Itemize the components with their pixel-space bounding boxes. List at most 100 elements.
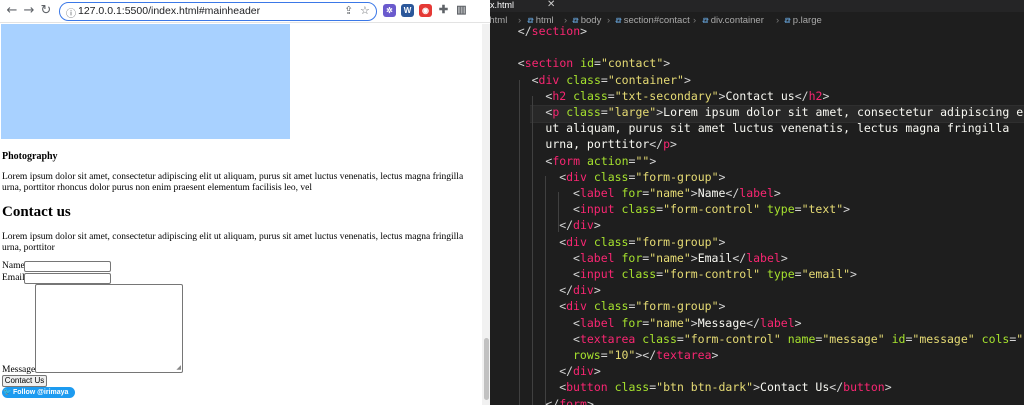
bookmark-star-icon[interactable]: ☆ xyxy=(360,4,370,17)
code-token: < xyxy=(517,56,525,71)
code-token: button xyxy=(566,380,608,395)
extension-sidebar-icon[interactable]: ▥ xyxy=(455,4,468,17)
message-label: Message xyxy=(2,365,36,375)
extension-red-icon[interactable]: ◉ xyxy=(419,4,432,17)
code-token: "message" xyxy=(822,331,885,346)
code-token: class xyxy=(614,380,650,395)
arrow-left-icon[interactable]: ← xyxy=(4,3,20,19)
code-token: Lorem ipsum dolor sit amet, consectetur … xyxy=(663,105,1024,119)
breadcrumb-p-label: p.large xyxy=(792,15,822,26)
code-token: "email" xyxy=(801,267,851,281)
code-token: class xyxy=(573,88,608,103)
image-placeholder xyxy=(1,24,290,139)
code-line[interactable]: </form> xyxy=(545,395,594,405)
breadcrumb-file[interactable]: x.html xyxy=(490,15,507,26)
site-info-icon[interactable]: ⓘ xyxy=(66,5,78,20)
name-input[interactable] xyxy=(24,261,111,272)
code-token: > xyxy=(690,186,698,200)
code-token: > xyxy=(580,24,588,38)
arrow-right-icon[interactable]: → xyxy=(21,3,37,19)
code-token: div xyxy=(538,72,560,87)
code-token: "text" xyxy=(801,202,844,217)
code-token: name xyxy=(787,331,816,346)
close-tab-icon[interactable]: ✕ xyxy=(547,0,555,10)
breadcrumb-section[interactable]: ⧉ section#contact xyxy=(615,15,690,26)
code-token: < xyxy=(573,202,580,217)
code-line[interactable]: <input class="form-control" type="text"> xyxy=(573,200,850,218)
breadcrumb-section-label: section#contact xyxy=(623,15,690,26)
reload-icon[interactable]: ↻ xyxy=(38,3,54,19)
page-scrollbar-thumb[interactable] xyxy=(484,338,489,400)
code-token: label xyxy=(739,186,774,200)
code-token: label xyxy=(579,315,615,330)
code-token: < xyxy=(573,267,580,281)
code-token: = xyxy=(600,105,608,119)
contact-heading: Contact us xyxy=(2,204,71,220)
code-token: label xyxy=(579,250,615,265)
code-token: Message xyxy=(697,315,747,330)
code-token: form xyxy=(559,396,587,405)
code-token: > xyxy=(649,153,657,168)
share-icon[interactable]: ⇪ xyxy=(344,4,353,17)
email-input[interactable] xyxy=(24,273,111,284)
resize-grip-icon[interactable]: ◢ xyxy=(176,365,181,371)
extension-w-icon[interactable]: W xyxy=(401,4,414,17)
code-token: "" xyxy=(635,153,650,168)
message-textarea[interactable]: ◢ xyxy=(35,284,183,373)
code-token: > xyxy=(670,137,677,152)
indent-guide xyxy=(519,80,520,405)
code-token: "form-control" xyxy=(663,267,760,281)
code-line[interactable]: <input class="form-control" type="email"… xyxy=(573,265,857,283)
code-token: < xyxy=(531,72,539,87)
code-token: > xyxy=(683,72,691,87)
code-token: </ xyxy=(649,137,664,152)
code-token: "10" xyxy=(607,348,636,362)
code-token: input xyxy=(579,267,615,281)
code-token: > xyxy=(822,88,830,103)
code-token: > xyxy=(718,234,726,249)
browser-window: ← → ↻ ⓘ 127.0.0.1:5500/index.html#mainhe… xyxy=(0,0,490,405)
element-icon: ⧉ xyxy=(702,16,708,25)
code-token: > xyxy=(773,186,781,200)
twitter-bird-icon: 🐦 xyxy=(3,388,12,396)
code-token: ></ xyxy=(635,348,657,362)
editor-tab-label[interactable]: x.html xyxy=(490,0,514,10)
code-token: Contact us xyxy=(725,88,795,103)
code-token: "btn btn-dark" xyxy=(656,380,754,395)
code-line[interactable]: <button class="btn btn-dark">Contact Us<… xyxy=(559,378,891,396)
breadcrumb-div[interactable]: ⧉ div.container xyxy=(702,15,764,26)
code-token: label xyxy=(760,315,795,330)
code-line[interactable]: </section> xyxy=(518,22,587,40)
code-token: class xyxy=(593,234,629,249)
code-token: </ xyxy=(725,186,740,200)
code-token: > xyxy=(593,218,601,233)
contact-us-button[interactable]: Contact Us xyxy=(2,375,47,387)
breadcrumb-p[interactable]: ⧉ p.large xyxy=(784,15,822,26)
extension-puzzle-icon[interactable]: ✚ xyxy=(437,4,450,17)
code-token: </ xyxy=(545,396,560,405)
page-viewport: Photography Lorem ipsum dolor sit amet, … xyxy=(0,24,482,405)
address-bar-url[interactable]: 127.0.0.1:5500/index.html#mainheader xyxy=(78,5,260,17)
photography-heading: Photography xyxy=(2,151,58,162)
element-icon: ⧉ xyxy=(784,16,790,25)
code-token: for xyxy=(621,250,643,265)
code-token: > xyxy=(753,380,761,395)
code-token: </ xyxy=(829,380,844,395)
code-token: type xyxy=(766,202,795,217)
twitter-follow-label: Follow @irimaya xyxy=(13,389,69,396)
code-token: "large" xyxy=(607,105,657,119)
code-token: > xyxy=(843,202,851,217)
code-token: </ xyxy=(794,88,809,103)
code-token: > xyxy=(663,56,671,71)
code-token: div xyxy=(566,299,587,314)
address-bar[interactable]: ⓘ 127.0.0.1:5500/index.html#mainheader ⇪… xyxy=(59,2,377,21)
extension-purple-icon[interactable]: ✲ xyxy=(383,4,396,17)
twitter-follow-button[interactable]: 🐦Follow @irimaya xyxy=(2,387,75,398)
